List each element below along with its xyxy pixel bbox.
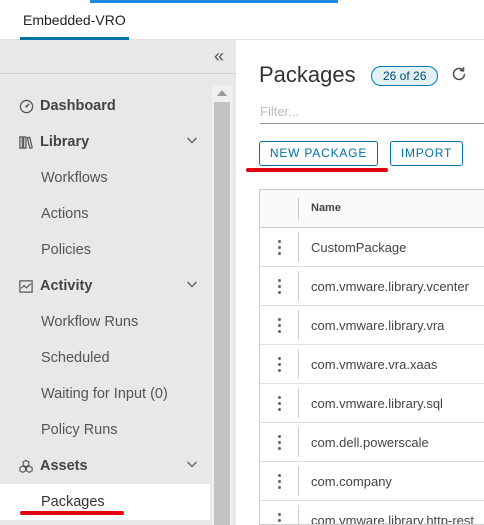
column-header-name[interactable]: Name [311,202,341,214]
row-actions-kebab-icon[interactable] [278,396,282,412]
refresh-icon[interactable] [450,65,468,83]
sidebar-item-label: Library [40,134,90,150]
table-row[interactable]: com.vmware.library.vcenter [260,267,484,306]
sidebar-item-waiting-for-input-0[interactable]: Waiting for Input (0) [0,376,210,412]
sidebar-item-activity[interactable]: Activity [0,268,210,304]
tab-embedded-vro[interactable]: Embedded-VRO [20,9,129,40]
package-name-cell[interactable]: CustomPackage [311,240,406,255]
table-row[interactable]: com.company [260,462,484,501]
column-separator [298,466,299,496]
table-header: Name [260,190,484,228]
column-separator [298,349,299,379]
sidebar-item-scheduled[interactable]: Scheduled [0,340,210,376]
sidebar-item-label: Actions [41,206,89,222]
chevron-down-icon[interactable] [186,278,198,294]
column-separator [298,271,299,301]
collapse-sidebar-icon[interactable]: « [214,47,224,65]
row-actions-kebab-icon[interactable] [278,357,282,373]
sidebar-item-workflows[interactable]: Workflows [0,160,210,196]
sidebar-nav: Dashboard Library Workflows Actions Policies… [0,88,210,520]
sidebar-item-workflow-runs[interactable]: Workflow Runs [0,304,210,340]
column-separator [298,310,299,340]
sidebar-item-dashboard[interactable]: Dashboard [0,88,210,124]
column-separator [298,427,299,457]
page-title: Packages [259,62,356,87]
column-separator [298,232,299,262]
table-row[interactable]: com.vmware.vra.xaas [260,345,484,384]
packages-table: Name CustomPackage com.vmware.library.vce… [259,189,484,525]
package-name-cell[interactable]: com.dell.powerscale [311,435,429,450]
sidebar-item-policy-runs[interactable]: Policy Runs [0,412,210,448]
sidebar-item-label: Packages [41,494,105,510]
sidebar-collapse-row: « [0,40,236,74]
package-name-cell[interactable]: com.vmware.vra.xaas [311,357,437,372]
package-name-cell[interactable]: com.vmware.library.vra [311,318,444,333]
scrollbar-thumb[interactable] [214,102,230,525]
main-panel: Packages 26 of 26 NEW PACKAGE IMPORT Nam… [236,40,484,525]
sidebar-item-policies[interactable]: Policies [0,232,210,268]
activity-icon [18,278,34,294]
table-body: CustomPackage com.vmware.library.vcenter c… [260,228,484,524]
sidebar-item-actions[interactable]: Actions [0,196,210,232]
chevron-down-icon[interactable] [186,134,198,150]
column-separator [298,198,299,220]
column-separator [298,388,299,418]
sidebar-item-label: Scheduled [41,350,110,366]
row-actions-kebab-icon[interactable] [278,240,282,256]
sidebar-item-label: Workflow Runs [41,314,139,330]
assets-icon [18,458,34,474]
row-actions-kebab-icon[interactable] [278,279,282,295]
dashboard-icon [18,98,34,114]
sidebar-item-library[interactable]: Library [0,124,210,160]
annotation-underline-packages [20,511,124,515]
sidebar-item-label: Activity [40,278,93,294]
table-row[interactable]: com.vmware.library.http-rest [260,501,484,524]
row-actions-kebab-icon[interactable] [278,474,282,490]
row-actions-kebab-icon[interactable] [278,318,282,334]
table-row[interactable]: com.vmware.library.vra [260,306,484,345]
import-button[interactable]: IMPORT [390,141,463,166]
sidebar-item-label: Waiting for Input (0) [41,386,168,402]
sidebar-item-label: Assets [40,458,88,474]
sidebar: « Dashboard Library Workflows Actions Polici… [0,40,236,525]
column-separator [298,505,299,524]
package-name-cell[interactable]: com.vmware.library.http-rest [311,513,474,524]
sidebar-item-label: Dashboard [40,98,116,114]
annotation-underline-new-package [246,168,388,172]
row-actions-kebab-icon[interactable] [278,513,282,524]
sidebar-item-label: Workflows [41,170,108,186]
new-package-button[interactable]: NEW PACKAGE [259,141,378,166]
package-name-cell[interactable]: com.vmware.library.sql [311,396,443,411]
table-row[interactable]: CustomPackage [260,228,484,267]
package-name-cell[interactable]: com.vmware.library.vcenter [311,279,469,294]
top-accent-strip [90,0,338,3]
filter-input[interactable] [260,100,484,124]
sidebar-item-label: Policy Runs [41,422,118,438]
table-row[interactable]: com.vmware.library.sql [260,384,484,423]
library-icon [18,134,34,150]
count-badge: 26 of 26 [371,66,439,86]
sidebar-scrollbar[interactable] [212,86,232,525]
row-actions-kebab-icon[interactable] [278,435,282,451]
table-row[interactable]: com.dell.powerscale [260,423,484,462]
package-name-cell[interactable]: com.company [311,474,392,489]
sidebar-item-label: Policies [41,242,91,258]
chevron-down-icon[interactable] [186,458,198,474]
sidebar-item-assets[interactable]: Assets [0,448,210,484]
top-bar: Embedded-VRO [0,0,484,40]
scroll-up-icon[interactable] [217,90,227,96]
